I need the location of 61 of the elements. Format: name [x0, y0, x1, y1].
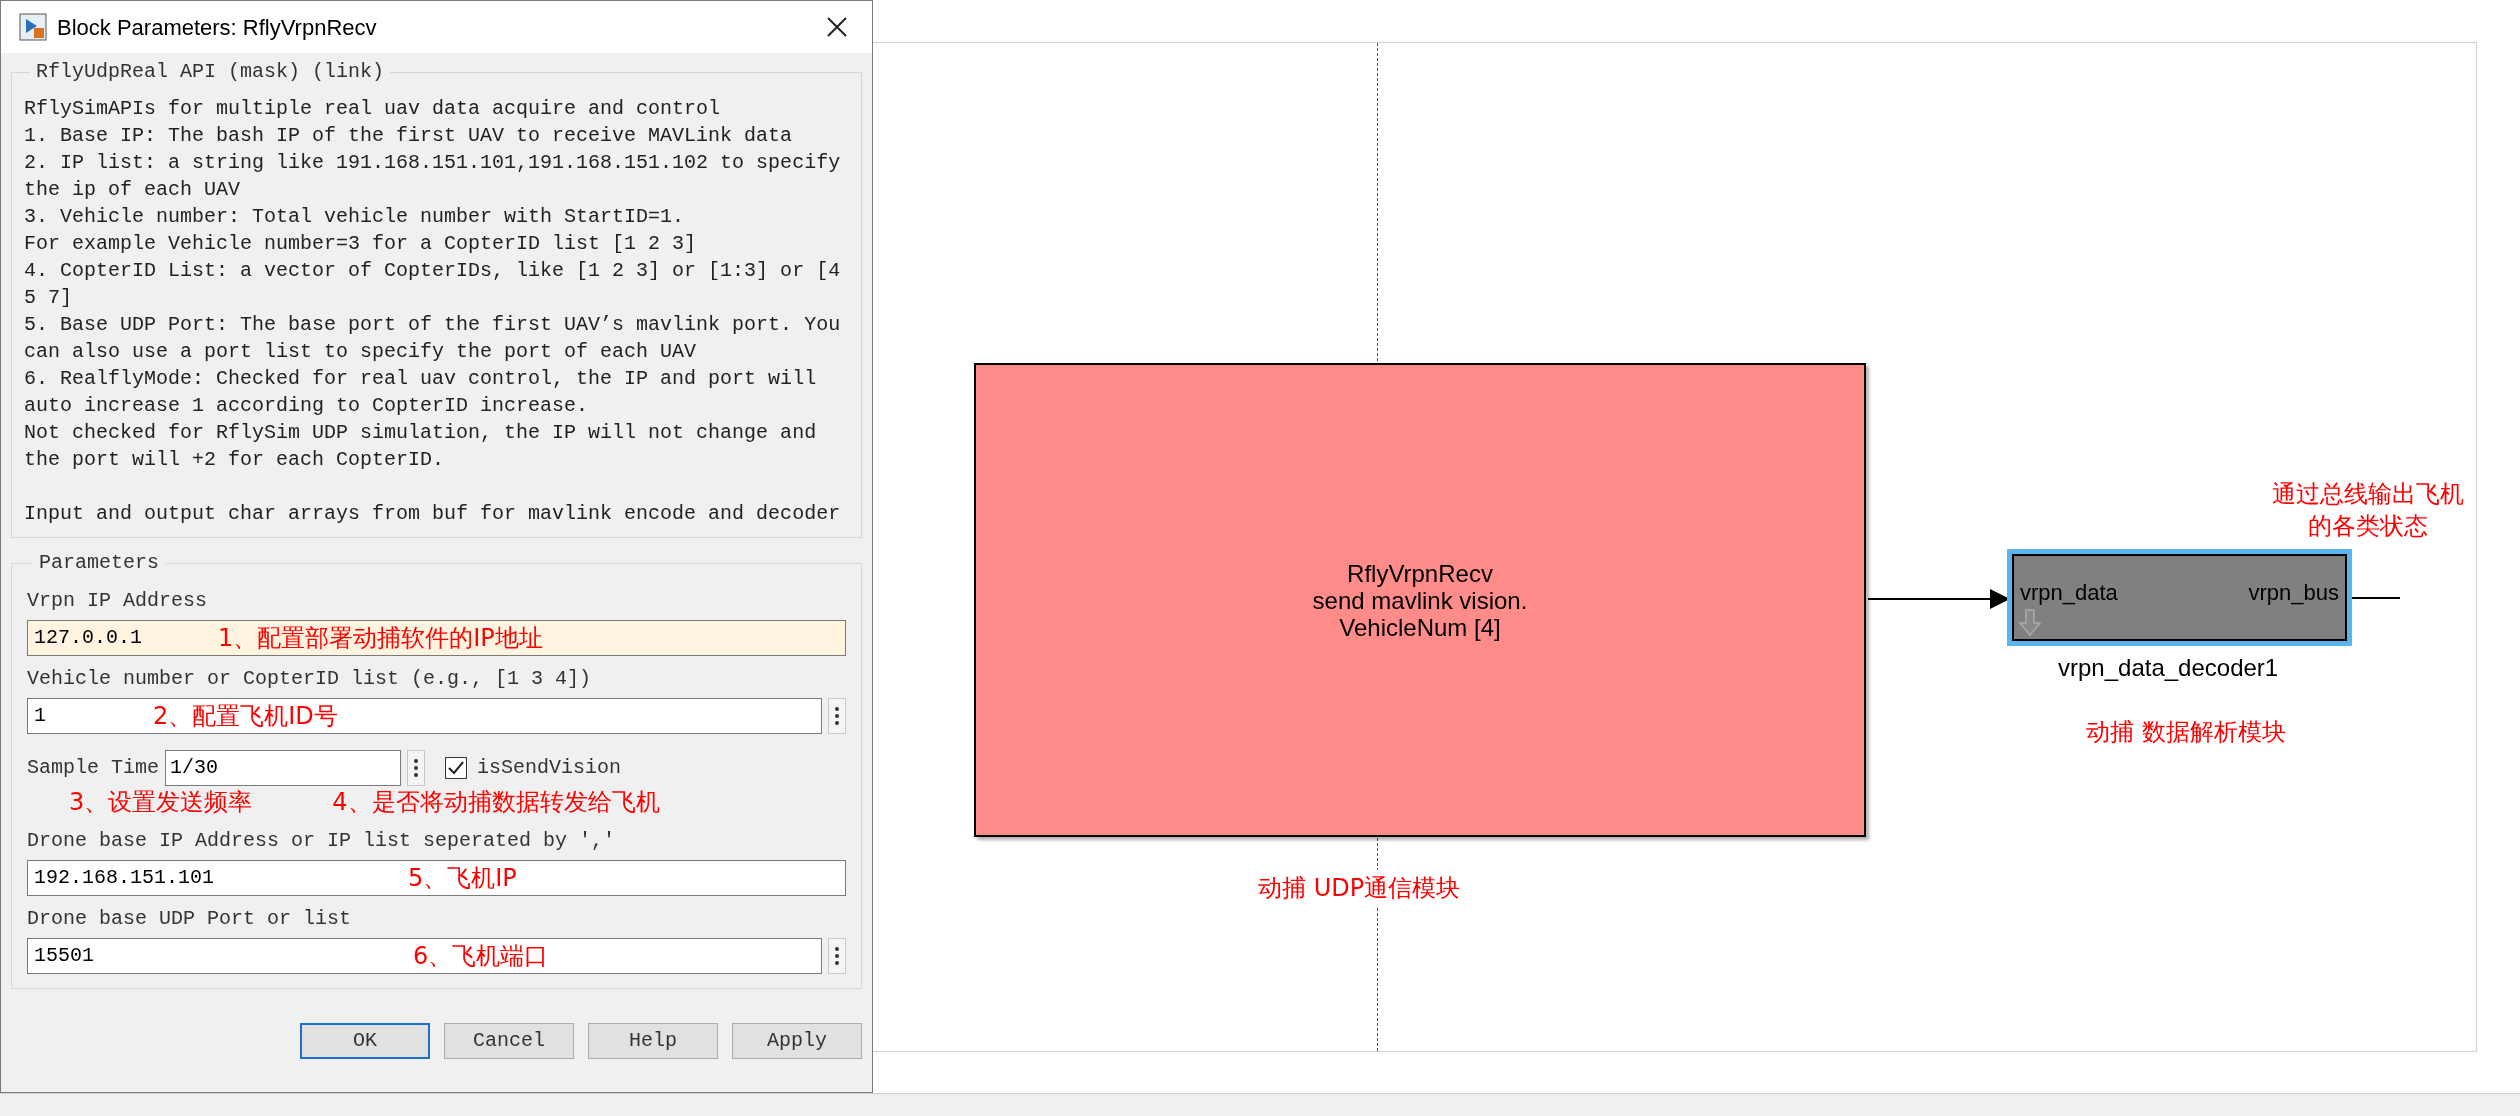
- signal-line: [2352, 597, 2400, 599]
- checkbox[interactable]: [445, 757, 468, 779]
- description-line: RflySimAPIs for multiple real uav data acquire and control: [24, 96, 722, 122]
- group-title: Parameters: [39, 551, 160, 574]
- description-line: 2. IP list: a string like 191.168.151.101,191.168.151.102 to specify: [24, 150, 842, 176]
- description-line: 1. Base IP: The bash IP of the first UAV to receive MAVLink data: [24, 123, 794, 149]
- checkbox-label: isSendVision: [477, 755, 622, 781]
- block-text: RflyVrpnRecv: [1347, 559, 1493, 587]
- description-line: 5. Base UDP Port: The base port of the first UAV’s mavlink port. You: [24, 312, 842, 338]
- port-label: vrpn_data: [2020, 579, 2118, 607]
- description-line: 4. CopterID List: a vector of CopterIDs, like [1 2 3] or [1:3] or [4: [24, 258, 842, 284]
- description-line: the ip of each UAV: [24, 177, 242, 203]
- annotation-text: 5、飞机IP: [408, 863, 517, 894]
- input-field[interactable]: 127.0.0.1 1、配置部署动捕软件的IP地址: [27, 620, 846, 656]
- annotation-text: 动捕 UDP通信模块: [1258, 870, 1461, 906]
- dialog-button[interactable]: Apply: [732, 1023, 862, 1059]
- input-field[interactable]: 1/30: [165, 750, 402, 786]
- dialog-button[interactable]: OK: [300, 1023, 430, 1059]
- block-text: VehicleNum [4]: [1339, 613, 1501, 641]
- more-options-button[interactable]: [828, 938, 846, 974]
- description-line: 6. RealflyMode: Checked for real uav control, the IP and port will: [24, 366, 818, 392]
- description-line: 5 7]: [24, 285, 73, 311]
- input-field[interactable]: 1 2、配置飞机ID号: [27, 698, 822, 734]
- port-label: vrpn_bus: [2248, 579, 2339, 607]
- description-line: Not checked for RflySim UDP simulation, the IP will not change and: [24, 420, 818, 446]
- field-label: Drone base IP Address or IP list seperated by ',': [27, 828, 617, 854]
- annotation-text: 6、飞机端口: [413, 941, 549, 972]
- annotation-text: 2、配置飞机ID号: [153, 701, 338, 732]
- description-line: Input and output char arrays from buf for mavlink encode and decoder: [24, 501, 842, 527]
- annotation-text: 通过总线输出飞机: [2272, 479, 2464, 510]
- description-line: For example Vehicle number=3 for a CopterID list [1 2 3]: [24, 231, 698, 257]
- more-options-button[interactable]: [407, 750, 426, 786]
- close-icon[interactable]: [826, 16, 848, 38]
- field-label: Vrpn IP Address: [27, 588, 209, 614]
- block-text: send mavlink vision.: [1312, 586, 1528, 614]
- annotation-text: 4、是否将动捕数据转发给飞机: [332, 787, 660, 818]
- annotation-text: 动捕 数据解析模块: [2086, 717, 2286, 748]
- dialog-button[interactable]: Help: [588, 1023, 718, 1059]
- dialog-button[interactable]: Cancel: [444, 1023, 574, 1059]
- subsystem-block[interactable]: RflyVrpnRecv send mavlink vision. VehicleNum [4]: [974, 363, 1866, 837]
- input-field[interactable]: 15501 6、飞机端口: [27, 938, 822, 974]
- arrowhead-icon: [1990, 589, 2010, 609]
- down-arrow-icon: [2018, 609, 2042, 637]
- annotation-text: 3、设置发送频率: [69, 787, 253, 818]
- description-line: 3. Vehicle number: Total vehicle number with StartID=1.: [24, 204, 686, 230]
- description-line: the port will +2 for each CopterID.: [24, 447, 446, 473]
- field-label: Drone base UDP Port or list: [27, 906, 353, 932]
- description-line: auto increase 1 according to CopterID increase.: [24, 393, 590, 419]
- annotation-text: 1、配置部署动捕软件的IP地址: [218, 623, 543, 654]
- bus-block[interactable]: vrpn_data vrpn_bus: [2007, 549, 2352, 646]
- block-icon: [19, 13, 47, 41]
- block-name: vrpn_data_decoder1: [2058, 653, 2279, 683]
- description-line: can also use a port list to specify the port of each UAV: [24, 339, 698, 365]
- input-field[interactable]: 192.168.151.101 5、飞机IP: [27, 860, 846, 896]
- more-options-button[interactable]: [828, 698, 846, 734]
- field-label: Vehicle number or CopterID list (e.g., [1 3 4]): [27, 666, 593, 692]
- annotation-text: 的各类状态: [2308, 511, 2428, 542]
- checkmark-icon: [448, 761, 465, 775]
- field-label: Sample Time: [27, 755, 160, 781]
- window-title: Block Parameters: RflyVrpnRecv: [57, 13, 377, 42]
- group-title: RflyUdpReal API (mask) (link): [36, 60, 385, 83]
